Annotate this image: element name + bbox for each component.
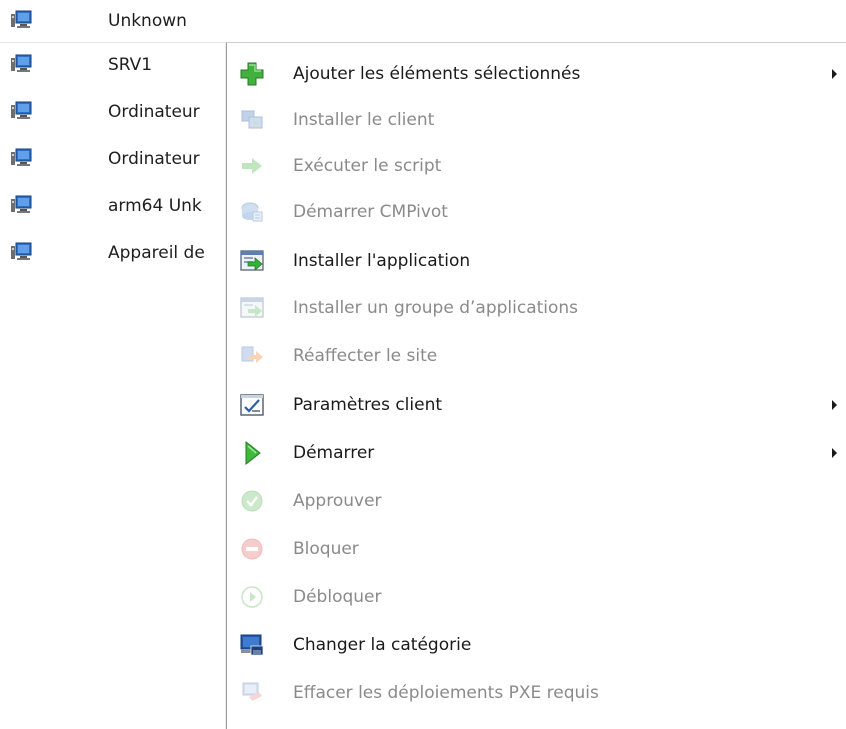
menu-item-label: Ajouter les éléments sélectionnés — [293, 64, 581, 84]
menu-item-label: Débloquer — [293, 587, 382, 607]
menu-item-install-application[interactable]: Installer l'application — [227, 237, 845, 285]
submenu-arrow-icon — [832, 400, 837, 410]
menu-item-install-app-group[interactable]: Installer un groupe d’applications — [227, 284, 845, 332]
menu-item-unblock[interactable]: Débloquer — [227, 573, 845, 621]
install-client-icon — [241, 110, 263, 129]
client-settings-icon — [240, 394, 264, 416]
menu-item-start-cmpivot[interactable]: Démarrer CMPivot — [227, 188, 845, 236]
start-icon — [245, 440, 261, 466]
computer-icon — [11, 10, 32, 28]
reassign-site-icon — [241, 346, 263, 363]
context-menu: Ajouter les éléments sélectionnés Instal… — [226, 42, 846, 729]
menu-item-label: Installer un groupe d’applications — [293, 298, 579, 318]
menu-item-label: Approuver — [293, 491, 382, 511]
menu-item-approve[interactable]: Approuver — [227, 477, 845, 525]
device-name: Unknown — [108, 11, 187, 31]
menu-item-block[interactable]: Bloquer — [227, 525, 845, 573]
menu-item-label: Installer le client — [293, 110, 435, 130]
install-app-group-icon — [240, 297, 264, 318]
computer-icon — [11, 101, 32, 119]
clear-pxe-icon — [242, 682, 262, 701]
menu-item-change-category[interactable]: Changer la catégorie — [227, 621, 845, 669]
device-name: Ordinateur — [108, 149, 200, 169]
menu-item-label: Installer l'application — [293, 251, 471, 271]
computer-icon — [11, 148, 32, 166]
menu-item-run-script[interactable]: Exécuter le script — [227, 142, 845, 190]
unblock-icon — [241, 586, 263, 608]
menu-item-start[interactable]: Démarrer — [227, 429, 845, 477]
device-name: Appareil de — [108, 243, 205, 263]
computer-icon — [11, 195, 32, 213]
device-name: arm64 Unk — [108, 196, 202, 216]
configuration-manager-window: Unknown SRV1 Ordinateur Ordinateur arm64… — [0, 0, 846, 729]
submenu-arrow-icon — [832, 448, 837, 458]
menu-item-label: Effacer les déploiements PXE requis — [293, 683, 599, 703]
menu-item-label: Réaffecter le site — [293, 346, 438, 366]
cmpivot-icon — [241, 202, 263, 222]
menu-item-label: Bloquer — [293, 539, 359, 559]
menu-item-label: Démarrer CMPivot — [293, 202, 448, 222]
menu-item-label: Changer la catégorie — [293, 635, 472, 655]
device-name: Ordinateur — [108, 102, 200, 122]
menu-item-label: Paramètres client — [293, 395, 443, 415]
device-name: SRV1 — [108, 55, 153, 75]
computer-icon — [11, 54, 32, 72]
approve-icon — [241, 490, 263, 512]
menu-item-label: Démarrer — [293, 443, 375, 463]
computer-icon — [11, 242, 32, 260]
menu-item-add-selected[interactable]: Ajouter les éléments sélectionnés — [227, 50, 845, 98]
install-application-icon — [240, 250, 264, 271]
submenu-arrow-icon — [832, 69, 837, 79]
menu-item-install-client[interactable]: Installer le client — [227, 96, 845, 144]
change-category-icon — [240, 634, 264, 656]
menu-item-reassign-site[interactable]: Réaffecter le site — [227, 332, 845, 380]
block-icon — [241, 538, 263, 560]
menu-item-label: Exécuter le script — [293, 156, 442, 176]
menu-item-client-settings[interactable]: Paramètres client — [227, 381, 845, 429]
menu-item-partial[interactable] — [227, 715, 845, 729]
menu-item-clear-pxe-deployments[interactable]: Effacer les déploiements PXE requis — [227, 669, 845, 717]
run-script-icon — [242, 158, 262, 174]
add-icon — [240, 62, 264, 86]
device-row[interactable]: Unknown — [0, 0, 846, 43]
